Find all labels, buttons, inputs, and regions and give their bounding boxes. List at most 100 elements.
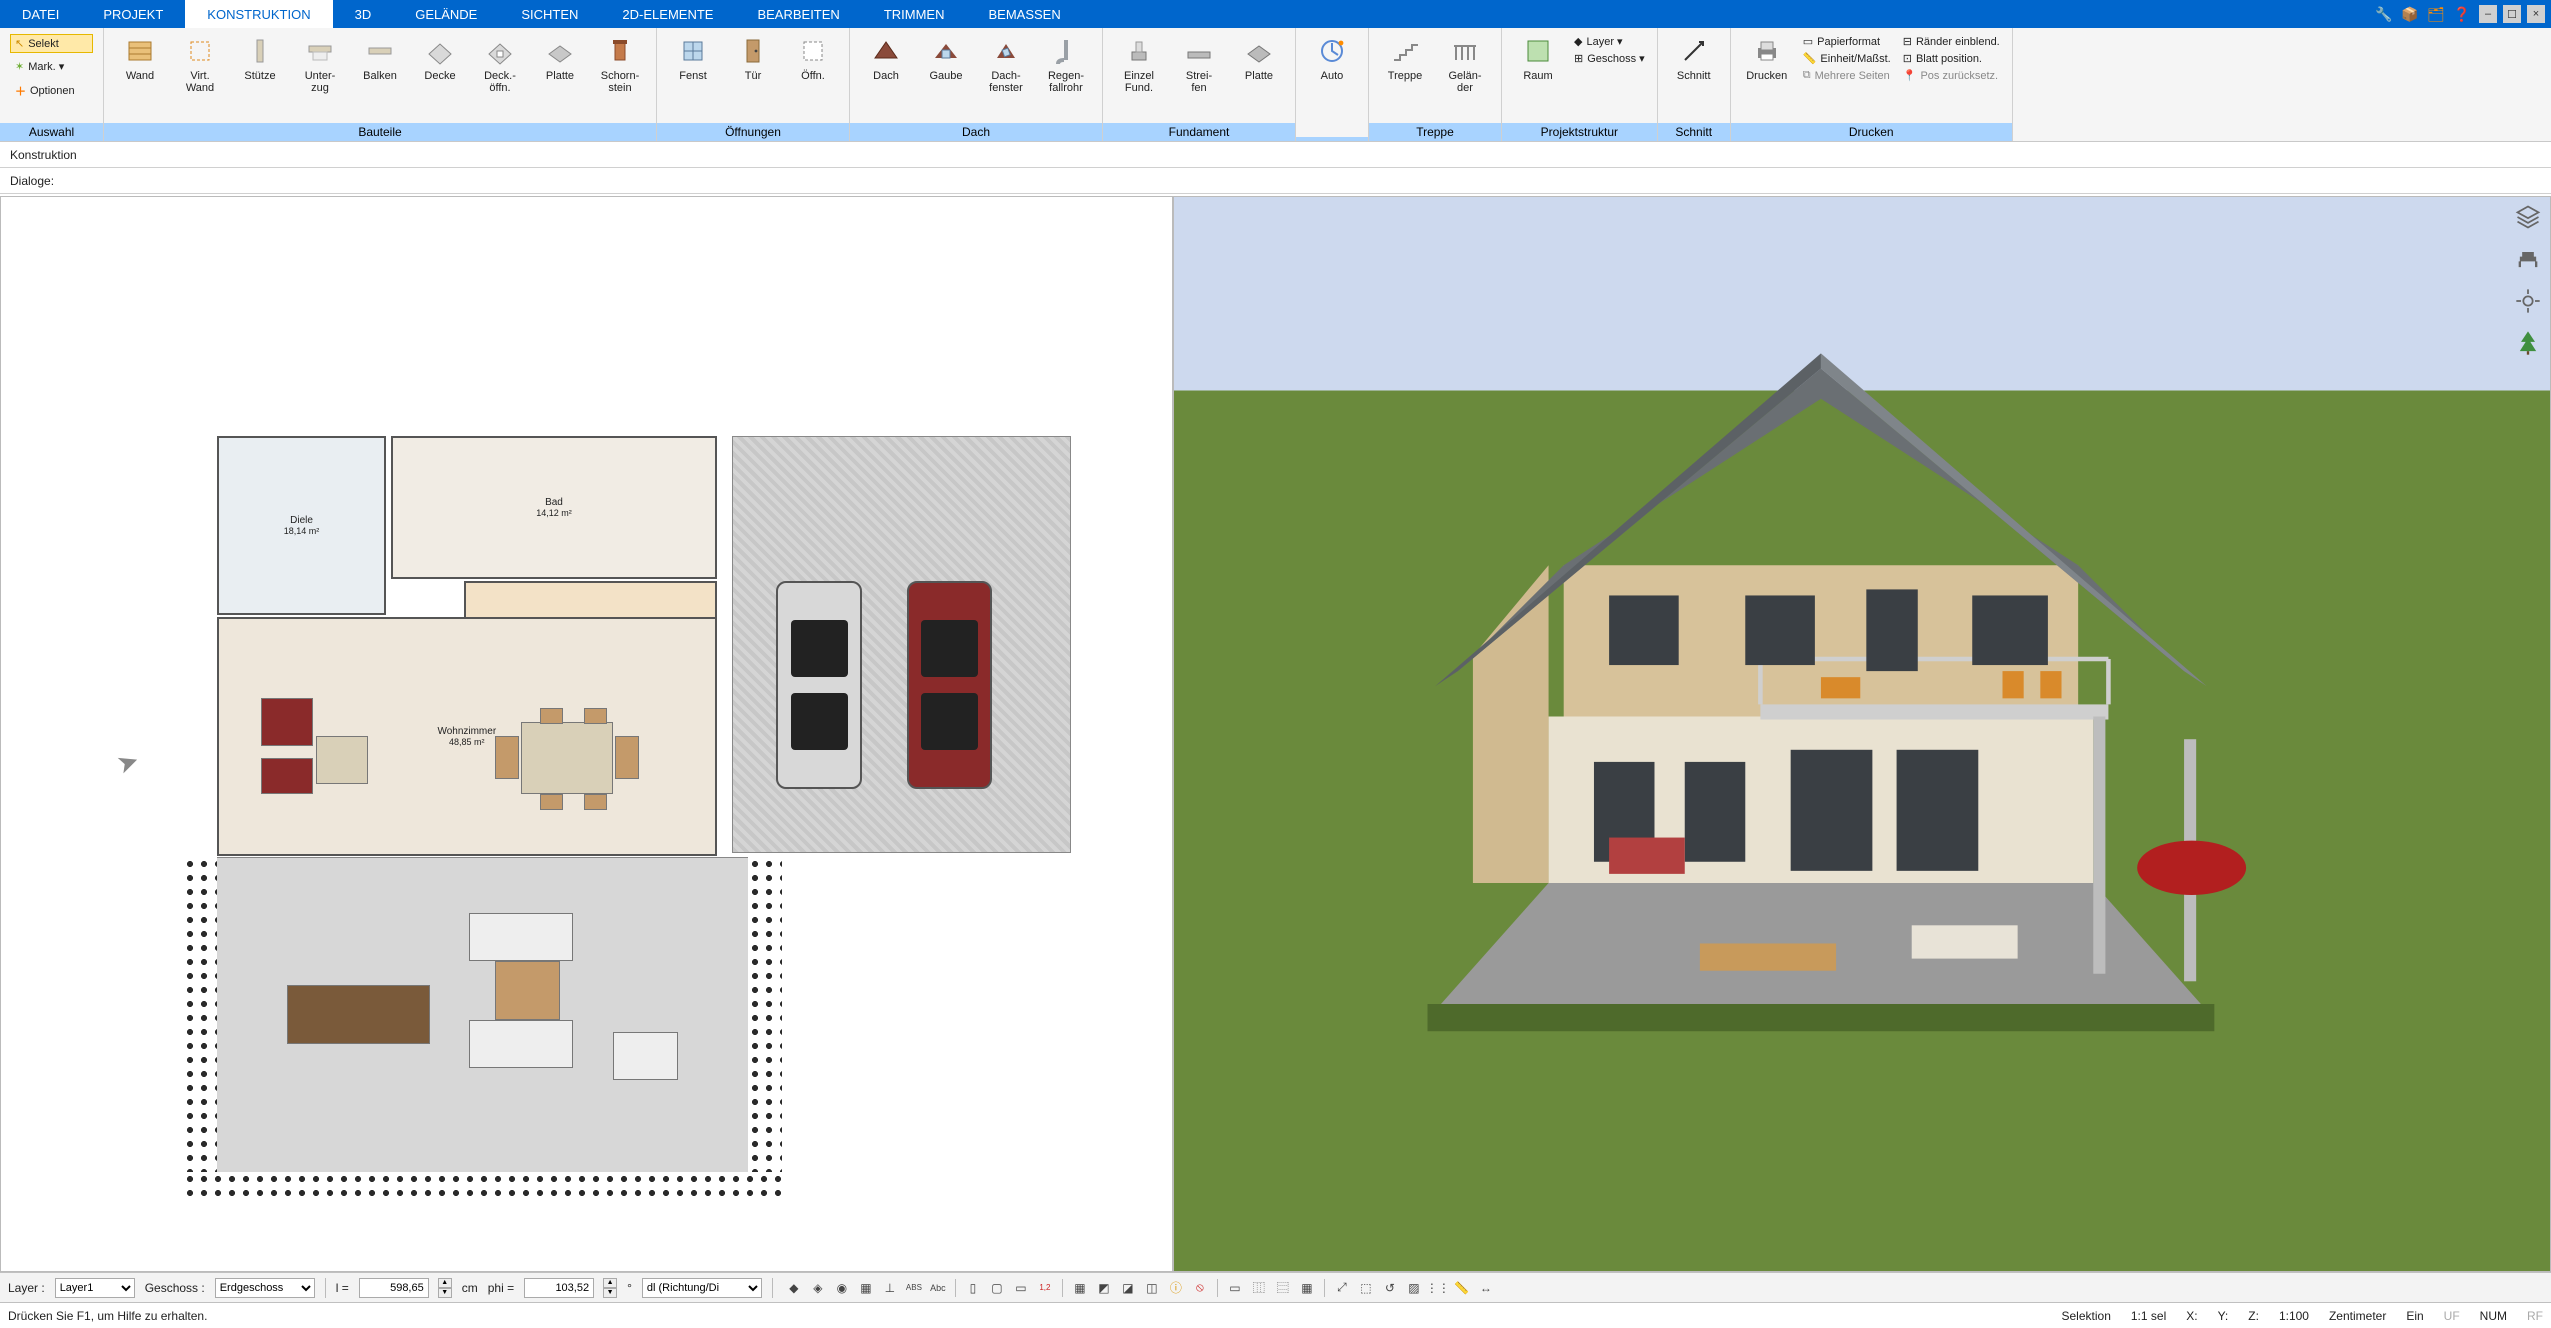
align-center-icon[interactable]: ▢ — [986, 1277, 1008, 1299]
ruler-icon[interactable]: 📏 — [1451, 1277, 1473, 1299]
tab-datei[interactable]: DATEI — [0, 0, 81, 28]
furniture-item[interactable] — [540, 794, 563, 811]
ribbon-small-blattposition[interactable]: ⊡Blatt position. — [1901, 51, 2002, 66]
snap-mid-icon[interactable]: ◈ — [807, 1277, 829, 1299]
length-down[interactable]: ▼ — [438, 1288, 452, 1298]
ribbon-virtwand-button[interactable]: Virt. Wand — [170, 32, 230, 102]
layer-select[interactable]: Layer1 — [55, 1278, 135, 1298]
furniture-item[interactable] — [584, 708, 607, 725]
dim-icon[interactable]: 1,2 — [1034, 1277, 1056, 1299]
length-up[interactable]: ▲ — [438, 1278, 452, 1288]
tab-trimmen[interactable]: TRIMMEN — [862, 0, 967, 28]
ribbon-fenster-button[interactable]: Fenst — [663, 32, 723, 102]
3d-view-pane[interactable] — [1173, 196, 2551, 1272]
ribbon-gaube-button[interactable]: Gaube — [916, 32, 976, 102]
ribbon-gelaender-button[interactable]: Gelän- der — [1435, 32, 1495, 102]
ribbon-auto-button[interactable]: Auto — [1302, 32, 1362, 102]
car-1[interactable] — [907, 581, 993, 789]
ribbon-balken-button[interactable]: Balken — [350, 32, 410, 102]
viewiso-icon[interactable]: ◪ — [1117, 1277, 1139, 1299]
window-quad-icon[interactable]: ▦ — [1296, 1277, 1318, 1299]
3d-viewport[interactable] — [1174, 197, 2550, 1271]
view3d-icon[interactable]: ◩ — [1093, 1277, 1115, 1299]
furniture-item[interactable] — [521, 722, 612, 794]
snap-endpoint-icon[interactable]: ◆ — [783, 1277, 805, 1299]
floorplan-pane[interactable]: ➤ Diele18,14 m²Bad14,12 m²Küche19,20 m²W… — [0, 196, 1173, 1272]
window-hsplit-icon[interactable]: ⿲ — [1248, 1277, 1270, 1299]
room-bad[interactable]: Bad14,12 m² — [391, 436, 716, 579]
snap-text-icon[interactable]: Abc — [927, 1277, 949, 1299]
phi-input[interactable] — [524, 1278, 594, 1298]
tree-icon[interactable] — [2514, 329, 2542, 357]
grid-toggle-icon[interactable]: ▨ — [1403, 1277, 1425, 1299]
ribbon-unterzug-button[interactable]: Unter- zug — [290, 32, 350, 102]
furniture-icon[interactable] — [2514, 245, 2542, 273]
ribbon-small-geschoss[interactable]: ⊞Geschoss ▾ — [1572, 51, 1647, 66]
tab-3d[interactable]: 3D — [333, 0, 394, 28]
phi-up[interactable]: ▲ — [603, 1278, 617, 1288]
layers-icon[interactable] — [2514, 203, 2542, 231]
furniture-item[interactable] — [261, 758, 313, 794]
geschoss-select[interactable]: Erdgeschoss — [215, 1278, 315, 1298]
furniture-item[interactable] — [316, 736, 368, 784]
tab-bemassen[interactable]: BEMASSEN — [966, 0, 1082, 28]
window-maximize[interactable]: ☐ — [2503, 5, 2521, 23]
grid-settings-icon[interactable]: ⋮⋮ — [1427, 1277, 1449, 1299]
zoom-region-icon[interactable]: ⬚ — [1355, 1277, 1377, 1299]
align-left-icon[interactable]: ▯ — [962, 1277, 984, 1299]
furniture-item[interactable] — [261, 698, 313, 746]
window-vsplit-icon[interactable]: ⿳ — [1272, 1277, 1294, 1299]
ribbon-small-papierformat[interactable]: ▭Papierformat — [1801, 34, 1893, 49]
selekt-button[interactable]: ↖ Selekt — [10, 34, 93, 53]
help-icon[interactable]: ❓ — [2451, 3, 2473, 25]
ribbon-streifen-button[interactable]: Strei- fen — [1169, 32, 1229, 102]
tab-gelaende[interactable]: GELÄNDE — [393, 0, 499, 28]
ribbon-schnitt-button[interactable]: Schnitt — [1664, 32, 1724, 102]
terrace-furniture[interactable] — [613, 1032, 678, 1080]
info-icon[interactable]: ⓘ — [1165, 1277, 1187, 1299]
terrace-furniture[interactable] — [495, 961, 560, 1021]
ribbon-einzelfund-button[interactable]: Einzel Fund. — [1109, 32, 1169, 102]
furniture-item[interactable] — [615, 736, 638, 779]
zoom-prev-icon[interactable]: ↺ — [1379, 1277, 1401, 1299]
ribbon-treppe-button[interactable]: Treppe — [1375, 32, 1435, 102]
ribbon-wand-button[interactable]: Wand — [110, 32, 170, 102]
car-0[interactable] — [776, 581, 862, 789]
ribbon-small-rndereinblend[interactable]: ⊟Ränder einblend. — [1901, 34, 2002, 49]
tool-icon[interactable]: 🔧 — [2373, 3, 2395, 25]
ribbon-dachfenster-button[interactable]: Dach- fenster — [976, 32, 1036, 102]
tab-bearbeiten[interactable]: BEARBEITEN — [735, 0, 861, 28]
ribbon-drucken-button[interactable]: Drucken — [1737, 32, 1797, 102]
view2d-icon[interactable]: ▦ — [1069, 1277, 1091, 1299]
ribbon-platte-button[interactable]: Platte — [530, 32, 590, 102]
tab-2delemente[interactable]: 2D-ELEMENTE — [600, 0, 735, 28]
catalog-icon[interactable]: 🗂 — [2425, 3, 2447, 25]
window-close[interactable]: × — [2527, 5, 2545, 23]
ribbon-deckoeffn-button[interactable]: Deck.- öffn. — [470, 32, 530, 102]
ribbon-stuetze-button[interactable]: Stütze — [230, 32, 290, 102]
furniture-item[interactable] — [540, 708, 563, 725]
length-input[interactable] — [359, 1278, 429, 1298]
window-single-icon[interactable]: ▭ — [1224, 1277, 1246, 1299]
navigate-icon[interactable] — [2514, 287, 2542, 315]
furniture-item[interactable] — [584, 794, 607, 811]
snap-grid-icon[interactable]: ▦ — [855, 1277, 877, 1299]
tab-konstruktion[interactable]: KONSTRUKTION — [185, 0, 332, 28]
direction-select[interactable]: dl (Richtung/Di — [642, 1278, 762, 1298]
terrace-furniture[interactable] — [469, 913, 573, 961]
tab-sichten[interactable]: SICHTEN — [499, 0, 600, 28]
ribbon-dach-button[interactable]: Dach — [856, 32, 916, 102]
furniture-item[interactable] — [495, 736, 518, 779]
ribbon-small-einheitmast[interactable]: 📏Einheit/Maßst. — [1801, 51, 1893, 66]
snap-angle-icon[interactable]: ABS — [903, 1277, 925, 1299]
terrace-furniture[interactable] — [287, 985, 430, 1045]
phi-down[interactable]: ▼ — [603, 1288, 617, 1298]
tab-projekt[interactable]: PROJEKT — [81, 0, 185, 28]
drag-icon[interactable]: ↔ — [1475, 1277, 1497, 1299]
snap-ortho-icon[interactable]: ⊥ — [879, 1277, 901, 1299]
ribbon-raum-button[interactable]: Raum — [1508, 32, 1568, 102]
ribbon-schornstein-button[interactable]: Schorn- stein — [590, 32, 650, 102]
align-right-icon[interactable]: ▭ — [1010, 1277, 1032, 1299]
viewsection-icon[interactable]: ◫ — [1141, 1277, 1163, 1299]
window-minimize[interactable]: – — [2479, 5, 2497, 23]
